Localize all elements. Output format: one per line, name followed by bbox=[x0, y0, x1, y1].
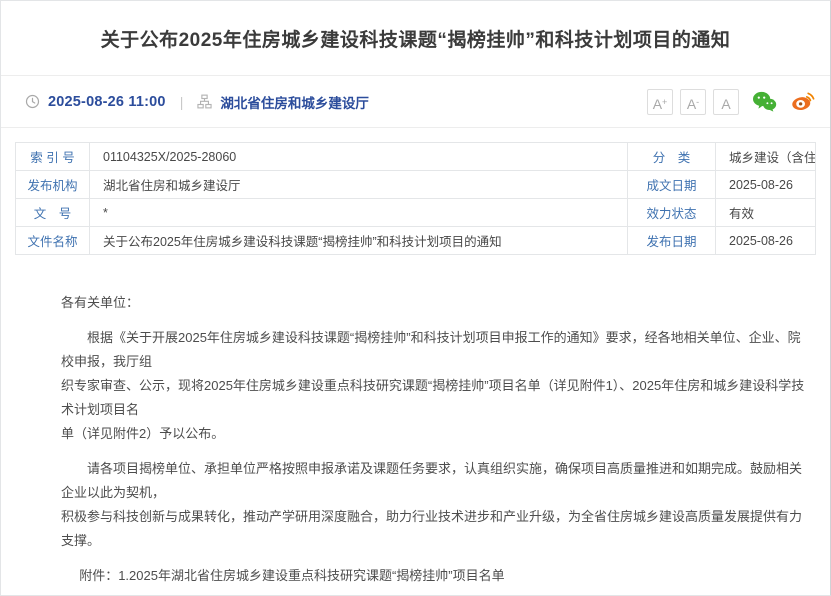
table-row: 文件名称 关于公布2025年住房城乡建设科技课题“揭榜挂帅”和科技计划项目的通知… bbox=[16, 227, 816, 255]
doc-number-value: * bbox=[90, 199, 628, 227]
attachments-label: 附件： bbox=[79, 568, 118, 583]
font-increase-sup: + bbox=[662, 97, 667, 107]
salutation: 各有关单位： bbox=[61, 291, 811, 315]
font-decrease-label: A bbox=[687, 96, 696, 112]
document-body: 各有关单位： 根据《关于开展2025年住房城乡建设科技课题“揭榜挂帅”和科技计划… bbox=[1, 255, 830, 596]
attachment-item-1: 1.2025年湖北省住房城乡建设重点科技研究课题“揭榜挂帅”项目名单 bbox=[118, 568, 504, 583]
issuing-agency-value: 湖北省住房和城乡建设厅 bbox=[90, 171, 628, 199]
publish-date-label: 发布日期 bbox=[628, 227, 716, 255]
table-row: 索 引 号 01104325X/2025-28060 分 类 城乡建设（含住房） bbox=[16, 143, 816, 171]
sitemap-icon bbox=[197, 94, 212, 109]
table-row: 文 号 * 效力状态 有效 bbox=[16, 199, 816, 227]
index-number-label: 索 引 号 bbox=[16, 143, 90, 171]
paragraph-line: 积极参与科技创新与成果转化，推动产学研用深度融合，助力行业技术进步和产业升级，为… bbox=[61, 505, 811, 553]
wechat-share-icon[interactable] bbox=[752, 91, 777, 112]
font-decrease-sup: - bbox=[696, 97, 699, 107]
document-info-table: 索 引 号 01104325X/2025-28060 分 类 城乡建设（含住房）… bbox=[15, 142, 816, 255]
attachments-line-1: 附件：1.2025年湖北省住房城乡建设重点科技研究课题“揭榜挂帅”项目名单 bbox=[61, 564, 811, 588]
paragraph-line: 单（详见附件2）予以公布。 bbox=[61, 422, 811, 446]
clock-icon bbox=[25, 94, 40, 109]
category-label: 分 类 bbox=[628, 143, 716, 171]
paragraph-2: 请各项目揭榜单位、承担单位严格按照申报承诺及课题任务要求，认真组织实施，确保项目… bbox=[61, 457, 811, 553]
index-number-value: 01104325X/2025-28060 bbox=[90, 143, 628, 171]
meta-separator: | bbox=[180, 94, 184, 110]
font-decrease-button[interactable]: A- bbox=[680, 89, 706, 115]
title-band: 关于公布2025年住房城乡建设科技课题“揭榜挂帅”和科技计划项目的通知 bbox=[1, 1, 830, 76]
meta-right: A+ A- A bbox=[647, 89, 816, 115]
notice-page: 关于公布2025年住房城乡建设科技课题“揭榜挂帅”和科技计划项目的通知 2025… bbox=[0, 0, 831, 596]
doc-title-value: 关于公布2025年住房城乡建设科技课题“揭榜挂帅”和科技计划项目的通知 bbox=[90, 227, 628, 255]
meta-bar: 2025-08-26 11:00 | 湖北省住房和城乡建设厅 A+ A- A bbox=[1, 76, 830, 128]
paragraph-1: 根据《关于开展2025年住房城乡建设科技课题“揭榜挂帅”和科技计划项目申报工作的… bbox=[61, 326, 811, 446]
paragraph-line: 织专家审查、公示，现将2025年住房城乡建设重点科技研究课题“揭榜挂帅”项目名单… bbox=[61, 374, 811, 422]
issuing-agency-label: 发布机构 bbox=[16, 171, 90, 199]
validity-value: 有效 bbox=[716, 199, 816, 227]
publish-date-value: 2025-08-26 bbox=[716, 227, 816, 255]
paragraph-line: 请各项目揭榜单位、承担单位严格按照申报承诺及课题任务要求，认真组织实施，确保项目… bbox=[61, 457, 811, 505]
category-value: 城乡建设（含住房） bbox=[716, 143, 816, 171]
paragraph-line: 根据《关于开展2025年住房城乡建设科技课题“揭榜挂帅”和科技计划项目申报工作的… bbox=[61, 326, 811, 374]
font-increase-label: A bbox=[653, 96, 662, 112]
meta-left: 2025-08-26 11:00 | 湖北省住房和城乡建设厅 bbox=[25, 92, 369, 112]
doc-title-label: 文件名称 bbox=[16, 227, 90, 255]
font-reset-label: A bbox=[721, 96, 730, 112]
publish-datetime: 2025-08-26 11:00 bbox=[48, 94, 166, 110]
font-increase-button[interactable]: A+ bbox=[647, 89, 673, 115]
issue-date-value: 2025-08-26 bbox=[716, 171, 816, 199]
issue-date-label: 成文日期 bbox=[628, 171, 716, 199]
source-department-link[interactable]: 湖北省住房和城乡建设厅 bbox=[220, 92, 369, 112]
font-reset-button[interactable]: A bbox=[713, 89, 739, 115]
weibo-share-icon[interactable] bbox=[790, 91, 816, 113]
validity-label: 效力状态 bbox=[628, 199, 716, 227]
doc-number-label: 文 号 bbox=[16, 199, 90, 227]
page-title: 关于公布2025年住房城乡建设科技课题“揭榜挂帅”和科技计划项目的通知 bbox=[101, 25, 731, 52]
table-row: 发布机构 湖北省住房和城乡建设厅 成文日期 2025-08-26 bbox=[16, 171, 816, 199]
